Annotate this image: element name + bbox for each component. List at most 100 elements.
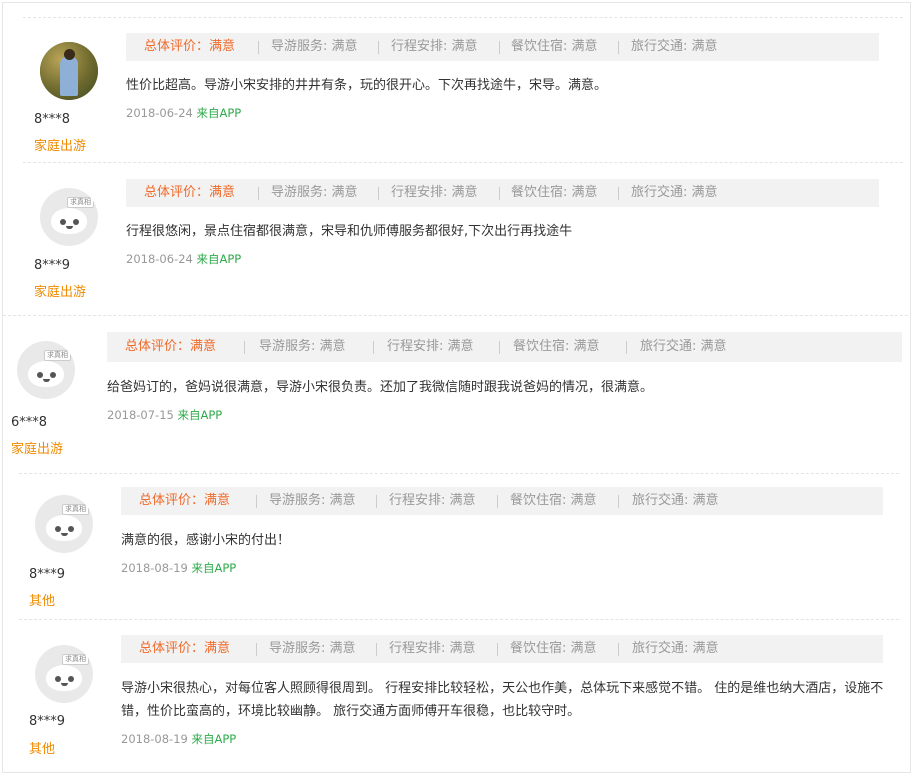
rating-separator bbox=[373, 341, 374, 354]
review-divider bbox=[19, 619, 899, 620]
avatar[interactable]: 求真相 bbox=[40, 188, 98, 246]
review-content: 行程很悠闲，景点住宿都很满意，宋导和仇师傅服务都很好,下次出行再找途牛 bbox=[126, 224, 573, 239]
rating-dining: 餐饮住宿: 满意 bbox=[511, 39, 598, 54]
review-content: 满意的很，感谢小宋的付出！ bbox=[121, 533, 291, 548]
review-meta: 2018-08-19 来自APP bbox=[121, 731, 236, 747]
rating-separator bbox=[618, 495, 619, 508]
rating-transport: 旅行交通: 满意 bbox=[640, 339, 727, 354]
username: 6***8 bbox=[11, 415, 48, 430]
avatar[interactable] bbox=[40, 42, 98, 100]
review-item: 求真相 6***8 家庭出游 总体评价：满意 导游服务: 满意 行程安排: 满意… bbox=[3, 315, 908, 470]
review-divider bbox=[19, 473, 899, 474]
rating-bar: 总体评价：满意 导游服务: 满意 行程安排: 满意 餐饮住宿: 满意 旅行交通:… bbox=[107, 332, 902, 362]
review-date: 2018-06-24 bbox=[126, 252, 193, 266]
rating-separator bbox=[499, 41, 500, 54]
rating-separator bbox=[376, 495, 377, 508]
review-content: 给爸妈订的，爸妈说很满意，导游小宋很负责。还加了我微信随时跟我说爸妈的情况，很满… bbox=[107, 380, 654, 395]
rating-transport: 旅行交通: 满意 bbox=[631, 185, 718, 200]
rating-separator bbox=[244, 341, 245, 354]
rating-separator bbox=[618, 643, 619, 656]
trip-type: 其他 bbox=[29, 594, 56, 609]
review-source: 来自APP bbox=[191, 732, 237, 746]
avatar-tag: 求真相 bbox=[62, 504, 89, 515]
rating-bar: 总体评价：满意 导游服务: 满意 行程安排: 满意 餐饮住宿: 满意 旅行交通:… bbox=[121, 635, 883, 663]
rating-overall: 总体评价：满意 bbox=[144, 185, 236, 200]
rating-dining: 餐饮住宿: 满意 bbox=[510, 493, 597, 508]
rating-itinerary: 行程安排: 满意 bbox=[391, 39, 478, 54]
rating-separator bbox=[499, 341, 500, 354]
review-source: 来自APP bbox=[191, 561, 237, 575]
review-source: 来自APP bbox=[196, 252, 242, 266]
review-date: 2018-08-19 bbox=[121, 561, 188, 575]
avatar[interactable]: 求真相 bbox=[17, 341, 75, 399]
rating-dining: 餐饮住宿: 满意 bbox=[510, 641, 597, 656]
review-divider bbox=[23, 17, 903, 18]
rating-overall: 总体评价：满意 bbox=[144, 39, 236, 54]
rating-separator bbox=[499, 187, 500, 200]
review-date: 2018-06-24 bbox=[126, 106, 193, 120]
trip-type: 家庭出游 bbox=[34, 139, 87, 154]
trip-type: 其他 bbox=[29, 742, 56, 757]
rating-separator bbox=[258, 187, 259, 200]
rating-separator bbox=[256, 495, 257, 508]
rating-itinerary: 行程安排: 满意 bbox=[391, 185, 478, 200]
review-source: 来自APP bbox=[196, 106, 242, 120]
cow-face-icon bbox=[28, 361, 64, 387]
rating-dining: 餐饮住宿: 满意 bbox=[513, 339, 600, 354]
rating-itinerary: 行程安排: 满意 bbox=[389, 493, 476, 508]
review-date: 2018-08-19 bbox=[121, 732, 188, 746]
rating-guide: 导游服务: 满意 bbox=[271, 39, 358, 54]
review-meta: 2018-06-24 来自APP bbox=[126, 105, 241, 121]
review-item: 求真相 8***9 其他 总体评价：满意 导游服务: 满意 行程安排: 满意 餐… bbox=[19, 473, 899, 618]
review-content: 导游小宋很热心，对每位客人照顾得很周到。 行程安排比较轻松，天公也作美，总体玩下… bbox=[121, 681, 884, 719]
cow-face-icon bbox=[51, 208, 87, 234]
review-source: 来自APP bbox=[177, 408, 223, 422]
rating-separator bbox=[618, 187, 619, 200]
review-meta: 2018-07-15 来自APP bbox=[107, 407, 222, 423]
review-meta: 2018-06-24 来自APP bbox=[126, 251, 241, 267]
username: 8***8 bbox=[34, 112, 71, 127]
rating-guide: 导游服务: 满意 bbox=[259, 339, 346, 354]
username: 8***9 bbox=[29, 567, 66, 582]
avatar-tag: 求真相 bbox=[62, 654, 89, 665]
rating-separator bbox=[256, 643, 257, 656]
review-meta: 2018-08-19 来自APP bbox=[121, 560, 236, 576]
rating-guide: 导游服务: 满意 bbox=[269, 641, 356, 656]
rating-transport: 旅行交通: 满意 bbox=[632, 493, 719, 508]
review-list: 8***8 家庭出游 总体评价：满意 导游服务: 满意 行程安排: 满意 餐饮住… bbox=[2, 2, 911, 773]
cow-face-icon bbox=[46, 665, 82, 691]
review-item: 8***8 家庭出游 总体评价：满意 导游服务: 满意 行程安排: 满意 餐饮住… bbox=[23, 17, 903, 162]
rating-guide: 导游服务: 满意 bbox=[269, 493, 356, 508]
rating-transport: 旅行交通: 满意 bbox=[632, 641, 719, 656]
rating-itinerary: 行程安排: 满意 bbox=[389, 641, 476, 656]
avatar-tag: 求真相 bbox=[67, 197, 94, 208]
rating-bar: 总体评价：满意 导游服务: 满意 行程安排: 满意 餐饮住宿: 满意 旅行交通:… bbox=[121, 487, 883, 515]
rating-separator bbox=[497, 495, 498, 508]
rating-itinerary: 行程安排: 满意 bbox=[387, 339, 474, 354]
rating-separator bbox=[258, 41, 259, 54]
username: 8***9 bbox=[29, 714, 66, 729]
review-item: 求真相 8***9 家庭出游 总体评价：满意 导游服务: 满意 行程安排: 满意… bbox=[23, 162, 903, 312]
rating-bar: 总体评价：满意 导游服务: 满意 行程安排: 满意 餐饮住宿: 满意 旅行交通:… bbox=[126, 33, 879, 61]
rating-dining: 餐饮住宿: 满意 bbox=[511, 185, 598, 200]
avatar[interactable]: 求真相 bbox=[35, 645, 93, 703]
rating-overall: 总体评价：满意 bbox=[125, 339, 217, 354]
rating-separator bbox=[618, 41, 619, 54]
trip-type: 家庭出游 bbox=[11, 442, 64, 457]
rating-transport: 旅行交通: 满意 bbox=[631, 39, 718, 54]
rating-separator bbox=[378, 41, 379, 54]
review-divider bbox=[3, 315, 908, 316]
rating-separator bbox=[376, 643, 377, 656]
review-divider bbox=[23, 162, 903, 163]
rating-overall: 总体评价：满意 bbox=[139, 493, 231, 508]
avatar-tag: 求真相 bbox=[44, 350, 71, 361]
rating-overall: 总体评价：满意 bbox=[139, 641, 231, 656]
rating-bar: 总体评价：满意 导游服务: 满意 行程安排: 满意 餐饮住宿: 满意 旅行交通:… bbox=[126, 179, 879, 207]
trip-type: 家庭出游 bbox=[34, 285, 87, 300]
rating-separator bbox=[378, 187, 379, 200]
avatar[interactable]: 求真相 bbox=[35, 495, 93, 553]
username: 8***9 bbox=[34, 258, 71, 273]
rating-separator bbox=[497, 643, 498, 656]
review-content: 性价比超高。导游小宋安排的井井有条，玩的很开心。下次再找途牛，宋导。满意。 bbox=[126, 78, 608, 93]
rating-guide: 导游服务: 满意 bbox=[271, 185, 358, 200]
